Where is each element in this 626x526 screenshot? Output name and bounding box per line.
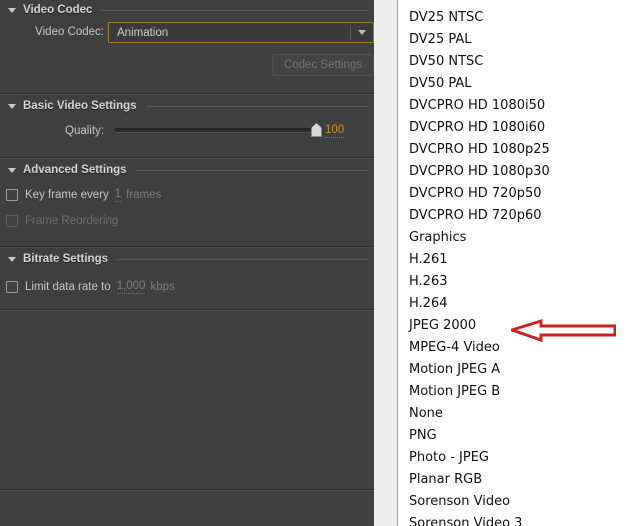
- dropdown-item[interactable]: PNG: [398, 425, 626, 447]
- dropdown-item[interactable]: DV25 PAL: [398, 29, 626, 51]
- section-header-video-codec[interactable]: Video Codec: [0, 0, 374, 20]
- panel-gap: [374, 0, 398, 526]
- limit-data-rate-unit: kbps: [150, 281, 175, 293]
- key-frame-every-row[interactable]: Key frame every 1 frames: [6, 187, 161, 203]
- divider: [0, 309, 374, 310]
- screenshot-root: Video Codec Video Codec: Animation Codec…: [0, 0, 626, 526]
- dropdown-item[interactable]: Photo - JPEG: [398, 447, 626, 469]
- section-header-advanced[interactable]: Advanced Settings: [0, 160, 374, 180]
- limit-data-rate-row[interactable]: Limit data rate to 1,000 kbps: [6, 279, 175, 295]
- section-title-video-codec: Video Codec: [23, 4, 93, 16]
- dropdown-item[interactable]: DVCPRO HD 1080p30: [398, 161, 626, 183]
- limit-data-rate-label: Limit data rate to: [25, 281, 111, 293]
- section-title-bitrate: Bitrate Settings: [23, 253, 108, 265]
- section-title-basic-video: Basic Video Settings: [23, 100, 137, 112]
- dropdown-item[interactable]: JPEG 2000: [398, 315, 626, 337]
- section-title-advanced: Advanced Settings: [23, 164, 127, 176]
- divider: [0, 157, 374, 158]
- dropdown-item[interactable]: DVCPRO HD 1080p25: [398, 139, 626, 161]
- section-rule: [101, 9, 368, 11]
- frame-reordering-row: Frame Reordering: [6, 213, 118, 229]
- dropdown-item[interactable]: DVCPRO50 PAL: [398, 0, 626, 7]
- key-frame-every-unit: frames: [126, 189, 162, 201]
- section-header-bitrate[interactable]: Bitrate Settings: [0, 249, 374, 269]
- video-export-settings-panel: Video Codec Video Codec: Animation Codec…: [0, 0, 374, 526]
- frame-reordering-label: Frame Reordering: [25, 215, 119, 227]
- quality-slider[interactable]: [115, 123, 322, 137]
- frame-reordering-checkbox: [6, 215, 18, 227]
- dropdown-item[interactable]: DVCPRO HD 1080i50: [398, 95, 626, 117]
- dropdown-item[interactable]: DVCPRO HD 720p50: [398, 183, 626, 205]
- section-header-basic-video[interactable]: Basic Video Settings: [0, 96, 374, 116]
- dropdown-item[interactable]: DV25 NTSC: [398, 7, 626, 29]
- dropdown-item[interactable]: Planar RGB: [398, 469, 626, 491]
- video-codec-label: Video Codec:: [35, 26, 104, 38]
- dropdown-item[interactable]: Sorenson Video 3: [398, 513, 626, 526]
- dropdown-item[interactable]: Graphics: [398, 227, 626, 249]
- dropdown-item[interactable]: None: [398, 403, 626, 425]
- dropdown-item[interactable]: H.261: [398, 249, 626, 271]
- limit-data-rate-value[interactable]: 1,000: [116, 280, 146, 294]
- key-frame-every-label: Key frame every: [25, 189, 109, 201]
- section-rule: [135, 169, 368, 171]
- video-codec-dropdown-button[interactable]: Animation: [108, 22, 374, 43]
- section-rule: [145, 105, 368, 107]
- codec-settings-label: Codec Settings: [284, 59, 362, 71]
- dropdown-item[interactable]: H.264: [398, 293, 626, 315]
- key-frame-every-checkbox[interactable]: [6, 189, 18, 201]
- dropdown-item[interactable]: DV50 PAL: [398, 73, 626, 95]
- dropdown-item[interactable]: DV50 NTSC: [398, 51, 626, 73]
- disclosure-triangle-icon[interactable]: [8, 7, 16, 13]
- dropdown-item[interactable]: H.263: [398, 271, 626, 293]
- combo-arrow-box[interactable]: [351, 23, 373, 42]
- divider: [0, 93, 374, 94]
- dropdown-item[interactable]: Motion JPEG B: [398, 381, 626, 403]
- quality-value[interactable]: 100: [325, 124, 345, 138]
- dropdown-item[interactable]: Sorenson Video: [398, 491, 626, 513]
- key-frame-every-value[interactable]: 1: [114, 188, 122, 202]
- limit-data-rate-checkbox[interactable]: [6, 281, 18, 293]
- divider: [0, 246, 374, 247]
- divider: [0, 489, 374, 490]
- codec-settings-button[interactable]: Codec Settings: [272, 54, 374, 76]
- slider-thumb[interactable]: [311, 123, 322, 137]
- dropdown-item[interactable]: Motion JPEG A: [398, 359, 626, 381]
- disclosure-triangle-icon[interactable]: [8, 256, 16, 262]
- chevron-down-icon: [358, 30, 366, 35]
- disclosure-triangle-icon[interactable]: [8, 103, 16, 109]
- video-codec-selected-value: Animation: [117, 26, 169, 39]
- quality-label: Quality:: [65, 125, 104, 137]
- video-codec-dropdown-list[interactable]: DVCPRO50 PALDV25 NTSCDV25 PALDV50 NTSCDV…: [397, 0, 626, 526]
- dropdown-item[interactable]: MPEG-4 Video: [398, 337, 626, 359]
- slider-track[interactable]: [115, 128, 320, 133]
- dropdown-item[interactable]: DVCPRO HD 720p60: [398, 205, 626, 227]
- disclosure-triangle-icon[interactable]: [8, 167, 16, 173]
- section-rule: [117, 258, 368, 260]
- dropdown-item[interactable]: DVCPRO HD 1080i60: [398, 117, 626, 139]
